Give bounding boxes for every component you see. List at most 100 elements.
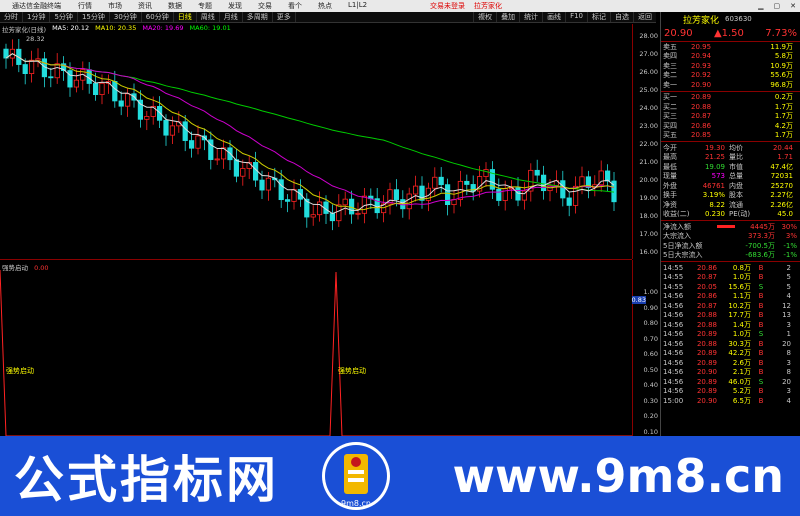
menu-item-level[interactable]: L1|L2 <box>340 1 375 11</box>
tick-row: 14:56 20.88 1.4万 B 3 <box>661 320 800 330</box>
period-30min[interactable]: 30分钟 <box>110 12 142 22</box>
menu-item-news[interactable]: 资讯 <box>130 1 160 11</box>
tick-volume: 2.6万 <box>732 358 751 367</box>
period-toolbar: 分时 1分钟 5分钟 15分钟 30分钟 60分钟 日线 周线 月线 多周期 更… <box>0 12 656 23</box>
price-axis-label: 23.00 <box>639 122 658 130</box>
flow-value: -700.5万 <box>745 241 775 250</box>
period-monthly[interactable]: 月线 <box>220 12 243 22</box>
period-5min[interactable]: 5分钟 <box>50 12 78 22</box>
period-daily[interactable]: 日线 <box>174 12 197 22</box>
tool-mark[interactable]: 标记 <box>587 12 610 22</box>
tool-back[interactable]: 返回 <box>633 12 656 22</box>
indicator-axis: 1.00 0.90 0.80 0.70 0.60 0.50 0.40 0.30 0.20 0.10… <box>631 260 660 436</box>
panel-separator <box>0 259 632 260</box>
tick-volume: 1.0万 <box>732 330 751 339</box>
bid-row[interactable]: 买二 20.88 1.7万 <box>661 102 800 112</box>
bid-row[interactable]: 买四 20.86 4.2万 <box>661 121 800 131</box>
tick-time: 14:56 <box>663 301 684 310</box>
indicator-chart[interactable]: 强势启动 强势启动 <box>0 270 632 436</box>
bid-price: 20.87 <box>691 112 712 121</box>
tick-row: 14:56 20.90 2.1万 B 8 <box>661 368 800 378</box>
tool-stats[interactable]: 统计 <box>519 12 542 22</box>
menu-item-market[interactable]: 行情 <box>70 1 100 11</box>
menu-item-trade[interactable]: 交易 <box>250 1 280 11</box>
bid-volume: 1.7万 <box>774 112 793 121</box>
tick-count: 3 <box>786 358 791 367</box>
ask-row[interactable]: 卖五 20.95 11.9万 <box>661 42 800 52</box>
quote-value: 20.44 <box>772 143 793 152</box>
candle-body <box>579 176 585 187</box>
tool-adjust[interactable]: 複权 <box>473 12 496 22</box>
candle-body <box>278 179 284 201</box>
bid-volume: 0.2万 <box>774 93 793 102</box>
tick-list[interactable]: 14:55 20.86 0.8万 B 2 14:55 20.87 1.0万 B 5 14:55 20.… <box>661 263 800 406</box>
price-axis-label: 27.00 <box>639 50 658 58</box>
tool-draw[interactable]: 画线 <box>542 12 565 22</box>
candle-body <box>329 213 336 222</box>
period-60min[interactable]: 60分钟 <box>142 12 174 22</box>
tool-f10[interactable]: F10 <box>565 12 587 22</box>
ask-price: 20.93 <box>691 61 712 70</box>
tick-price: 20.88 <box>696 311 717 320</box>
tick-volume: 5.2万 <box>732 387 751 396</box>
candlestick-chart[interactable]: 28.32 <box>0 33 632 255</box>
period-multi[interactable]: 多周期 <box>243 12 273 22</box>
tick-count: 4 <box>786 396 791 405</box>
ask-row[interactable]: 卖四 20.94 5.8万 <box>661 52 800 62</box>
quote-key: 量比 <box>729 153 743 162</box>
menu-item-hot[interactable]: 热点 <box>310 1 340 11</box>
ask-row[interactable]: 卖三 20.93 10.9万 <box>661 61 800 71</box>
tick-time: 14:56 <box>663 320 684 329</box>
tick-direction: B <box>758 320 764 329</box>
ask-row[interactable]: 卖一 20.90 96.8万 <box>661 80 800 90</box>
indicator-axis-label: 0.30 <box>643 396 658 405</box>
bid-label: 买二 <box>663 102 677 111</box>
period-15min[interactable]: 15分钟 <box>78 12 110 22</box>
ask-row[interactable]: 卖二 20.92 55.6万 <box>661 71 800 81</box>
menu-item-data[interactable]: 数据 <box>160 1 190 11</box>
quote-row: 外盘 46761 内盘 25270 <box>661 181 800 191</box>
price-change: ▲1.50 <box>713 28 744 39</box>
ma5-value: MA5: 20.12 <box>52 24 90 32</box>
price-pct: 7.73% <box>765 28 797 39</box>
tool-watchlist[interactable]: 自选 <box>610 12 633 22</box>
period-intraday[interactable]: 分时 <box>0 12 23 22</box>
quote-row: 现量 573 总量 72031 <box>661 172 800 182</box>
bid-label: 买四 <box>663 121 677 130</box>
menu-item-stock[interactable]: 看个 <box>280 1 310 11</box>
tick-price: 20.88 <box>696 320 717 329</box>
menu-item-discover[interactable]: 发现 <box>220 1 250 11</box>
bid-row[interactable]: 买五 20.85 1.7万 <box>661 131 800 141</box>
menu-item-markets[interactable]: 市场 <box>100 1 130 11</box>
stock-tab[interactable]: 拉芳家化 <box>474 1 502 11</box>
signal-label-1: 强势启动 <box>6 366 34 375</box>
price-axis-label: 26.00 <box>639 68 658 76</box>
bid-row[interactable]: 买三 20.87 1.7万 <box>661 112 800 122</box>
quote-value: 0.230 <box>704 210 725 219</box>
candle-body <box>48 76 54 79</box>
candle-body <box>310 214 316 218</box>
quote-row: 换手 3.19% 股本 2.27亿 <box>661 191 800 201</box>
period-1min[interactable]: 1分钟 <box>23 12 51 22</box>
close-icon[interactable]: ✕ <box>790 2 796 10</box>
indicator-axis-label: 0.90 <box>643 303 658 312</box>
bid-row[interactable]: 买一 20.89 0.2万 <box>661 93 800 103</box>
maximize-icon[interactable]: ▢ <box>774 2 781 10</box>
price-axis-label: 24.00 <box>639 104 658 112</box>
candle-body <box>483 169 489 177</box>
login-status[interactable]: 交易未登录 <box>430 1 465 11</box>
menu-item-topics[interactable]: 专题 <box>190 1 220 11</box>
tick-price: 20.87 <box>696 273 717 282</box>
tool-overlay[interactable]: 叠加 <box>496 12 519 22</box>
quote-key: 总量 <box>729 172 743 181</box>
tick-direction: B <box>758 301 764 310</box>
candle-body <box>54 63 60 79</box>
tick-count: 5 <box>786 282 791 291</box>
ask-volume: 55.6万 <box>770 71 793 80</box>
period-weekly[interactable]: 周线 <box>197 12 220 22</box>
flow-key: 大宗流入 <box>663 232 691 241</box>
tick-row: 14:55 20.87 1.0万 B 5 <box>661 273 800 283</box>
tick-count: 20 <box>782 377 791 386</box>
period-more[interactable]: 更多 <box>273 12 296 22</box>
minimize-icon[interactable]: ▁ <box>758 2 763 10</box>
